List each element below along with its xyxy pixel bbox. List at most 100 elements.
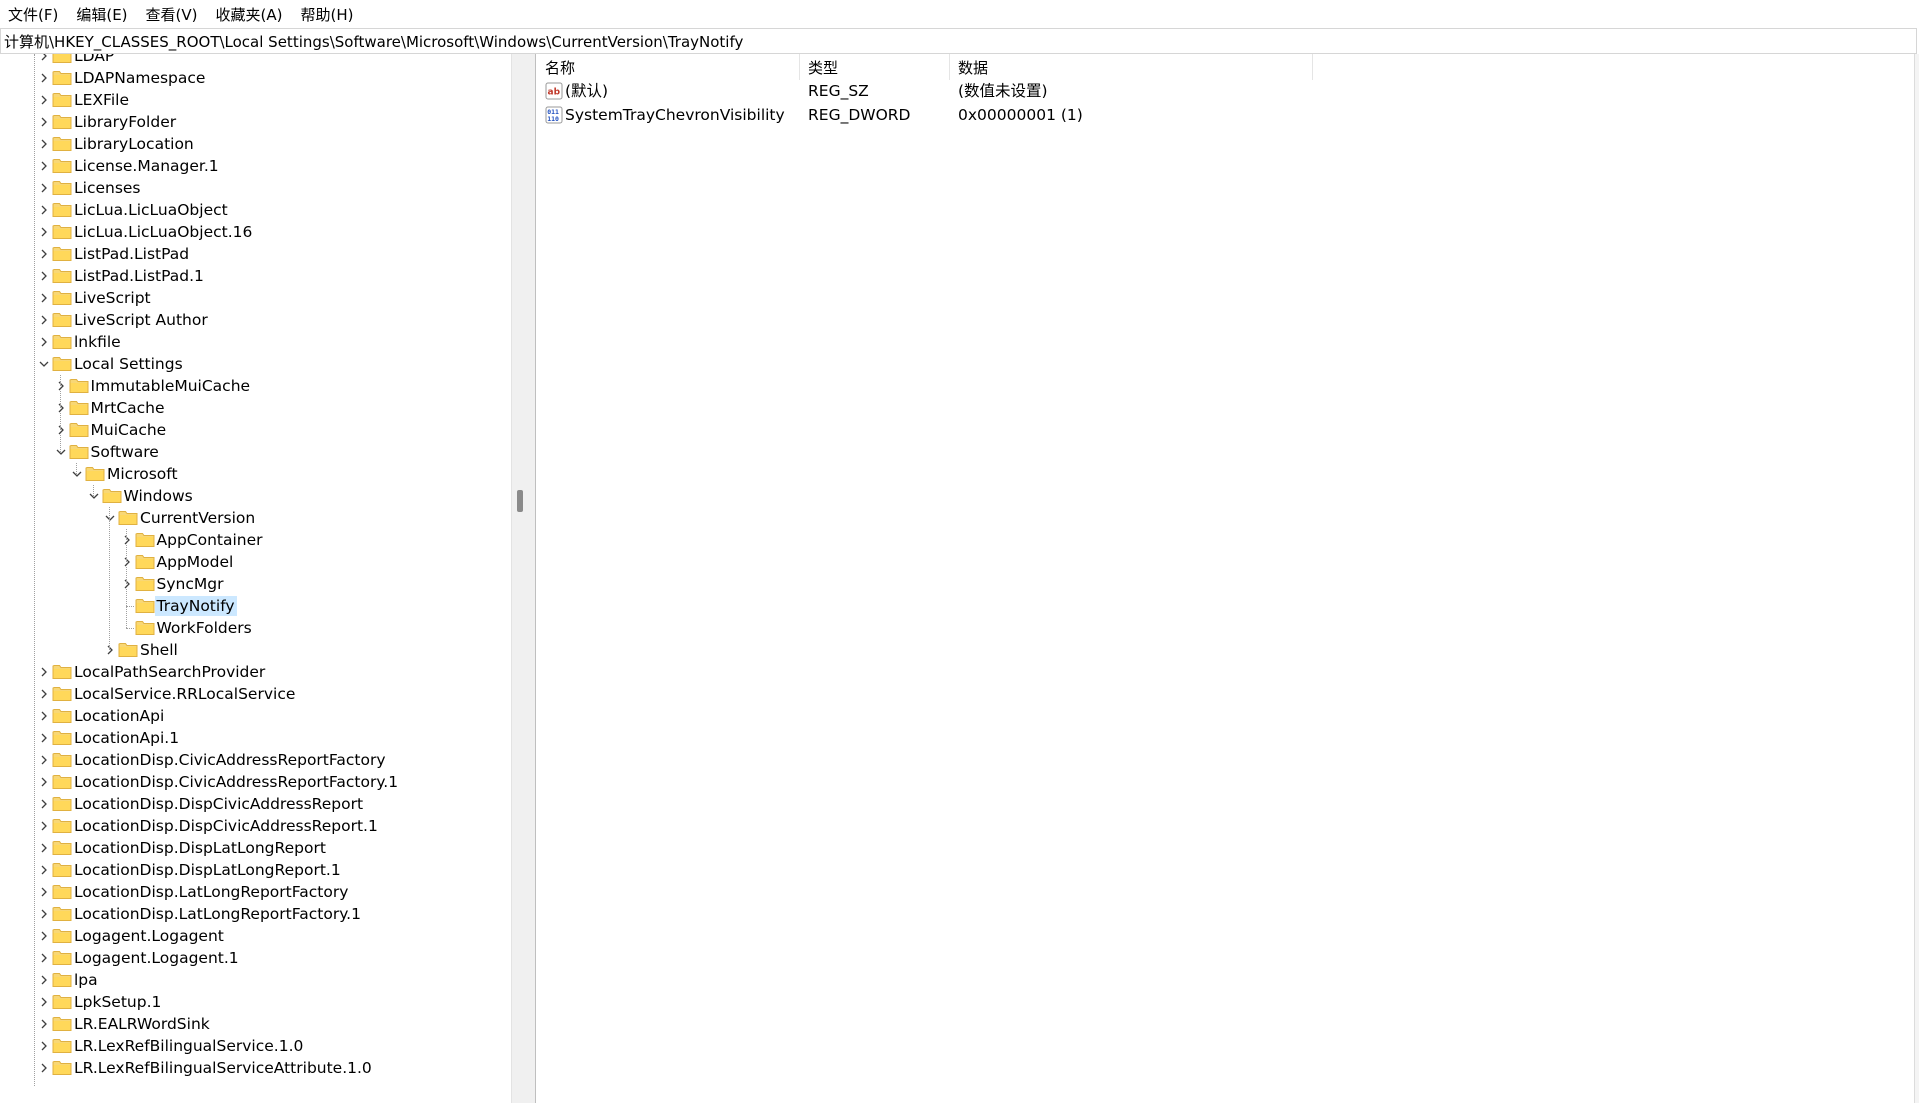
tree-node[interactable]: ListPad.ListPad.1 [0, 265, 511, 287]
chevron-right-icon[interactable] [37, 905, 51, 923]
menu-file[interactable]: 文件(F) [0, 0, 67, 28]
chevron-right-icon[interactable] [37, 817, 51, 835]
menu-favorites[interactable]: 收藏夹(A) [207, 0, 292, 28]
column-header-name[interactable]: 名称 [537, 54, 800, 80]
tree-node[interactable]: LibraryFolder [0, 111, 511, 133]
chevron-down-icon[interactable] [54, 443, 68, 461]
tree-node[interactable]: LicLua.LicLuaObject.16 [0, 221, 511, 243]
registry-key-tree[interactable]: LDAP LDAPNamespace LEXFile LibraryFolder Lib… [0, 54, 512, 1103]
chevron-right-icon[interactable] [37, 773, 51, 791]
registry-values-list[interactable]: 名称 类型 数据 ab (默认) REG_SZ (数值未设置) 011 110 System… [537, 54, 1915, 1103]
tree-node[interactable]: Licenses [0, 177, 511, 199]
tree-node[interactable]: LocalService.RRLocalService [0, 683, 511, 705]
chevron-right-icon[interactable] [37, 267, 51, 285]
chevron-right-icon[interactable] [37, 927, 51, 945]
menu-help[interactable]: 帮助(H) [291, 0, 362, 28]
chevron-right-icon[interactable] [54, 421, 68, 439]
tree-node[interactable]: MrtCache [0, 397, 511, 419]
tree-node[interactable]: MuiCache [0, 419, 511, 441]
value-row[interactable]: ab (默认) REG_SZ (数值未设置) [537, 79, 1915, 103]
tree-node[interactable]: LocationApi.1 [0, 727, 511, 749]
chevron-right-icon[interactable] [37, 861, 51, 879]
tree-node[interactable]: LocationDisp.CivicAddressReportFactory [0, 749, 511, 771]
menu-edit[interactable]: 编辑(E) [67, 0, 136, 28]
chevron-right-icon[interactable] [37, 949, 51, 967]
chevron-right-icon[interactable] [37, 751, 51, 769]
chevron-right-icon[interactable] [37, 113, 51, 131]
tree-node[interactable]: TrayNotify [0, 595, 511, 617]
tree-node[interactable]: Logagent.Logagent.1 [0, 947, 511, 969]
tree-node[interactable]: CurrentVersion [0, 507, 511, 529]
tree-node[interactable]: LEXFile [0, 89, 511, 111]
tree-node[interactable]: Shell [0, 639, 511, 661]
chevron-right-icon[interactable] [54, 399, 68, 417]
tree-node[interactable]: lpa [0, 969, 511, 991]
tree-node[interactable]: LicLua.LicLuaObject [0, 199, 511, 221]
tree-node[interactable]: LocalPathSearchProvider [0, 661, 511, 683]
chevron-right-icon[interactable] [37, 839, 51, 857]
chevron-right-icon[interactable] [37, 971, 51, 989]
tree-node[interactable]: Software [0, 441, 511, 463]
column-header-data[interactable]: 数据 [950, 54, 1313, 80]
chevron-right-icon[interactable] [37, 135, 51, 153]
tree-node[interactable]: LocationDisp.DispLatLongReport.1 [0, 859, 511, 881]
chevron-right-icon[interactable] [37, 795, 51, 813]
tree-node[interactable]: ImmutableMuiCache [0, 375, 511, 397]
address-bar[interactable]: 计算机\HKEY_CLASSES_ROOT\Local Settings\Sof… [0, 28, 1917, 54]
chevron-right-icon[interactable] [120, 531, 134, 549]
menu-view[interactable]: 查看(V) [137, 0, 207, 28]
chevron-right-icon[interactable] [37, 729, 51, 747]
tree-node[interactable]: LiveScript [0, 287, 511, 309]
tree-node[interactable]: LocationDisp.DispCivicAddressReport.1 [0, 815, 511, 837]
chevron-down-icon[interactable] [37, 355, 51, 373]
tree-node[interactable]: LibraryLocation [0, 133, 511, 155]
tree-node[interactable]: Local Settings [0, 353, 511, 375]
chevron-right-icon[interactable] [103, 641, 117, 659]
tree-node[interactable]: LDAP [0, 54, 511, 67]
tree-node[interactable]: LocationDisp.CivicAddressReportFactory.1 [0, 771, 511, 793]
tree-node[interactable]: License.Manager.1 [0, 155, 511, 177]
tree-node[interactable]: WorkFolders [0, 617, 511, 639]
pane-splitter[interactable] [512, 54, 536, 1103]
chevron-right-icon[interactable] [37, 1015, 51, 1033]
tree-node[interactable]: LocationDisp.LatLongReportFactory [0, 881, 511, 903]
splitter-grip[interactable] [517, 490, 523, 512]
tree-node[interactable]: LpkSetup.1 [0, 991, 511, 1013]
tree-node[interactable]: LiveScript Author [0, 309, 511, 331]
tree-node[interactable]: Logagent.Logagent [0, 925, 511, 947]
chevron-right-icon[interactable] [37, 685, 51, 703]
tree-node[interactable]: LocationDisp.DispCivicAddressReport [0, 793, 511, 815]
chevron-right-icon[interactable] [37, 179, 51, 197]
chevron-right-icon[interactable] [37, 201, 51, 219]
chevron-right-icon[interactable] [37, 993, 51, 1011]
tree-node[interactable]: SyncMgr [0, 573, 511, 595]
chevron-right-icon[interactable] [37, 333, 51, 351]
chevron-right-icon[interactable] [37, 157, 51, 175]
chevron-right-icon[interactable] [120, 553, 134, 571]
chevron-right-icon[interactable] [37, 1037, 51, 1055]
tree-node[interactable]: Windows [0, 485, 511, 507]
chevron-right-icon[interactable] [37, 54, 51, 65]
chevron-right-icon[interactable] [37, 289, 51, 307]
tree-node[interactable]: LocationApi [0, 705, 511, 727]
tree-node[interactable]: lnkfile [0, 331, 511, 353]
value-row[interactable]: 011 110 SystemTrayChevronVisibility REG_DWO… [537, 103, 1915, 127]
chevron-down-icon[interactable] [103, 509, 117, 527]
tree-node[interactable]: ListPad.ListPad [0, 243, 511, 265]
tree-node[interactable]: AppModel [0, 551, 511, 573]
chevron-right-icon[interactable] [37, 311, 51, 329]
chevron-right-icon[interactable] [37, 69, 51, 87]
tree-node[interactable]: AppContainer [0, 529, 511, 551]
tree-node[interactable]: LR.EALRWordSink [0, 1013, 511, 1035]
chevron-right-icon[interactable] [37, 707, 51, 725]
chevron-down-icon[interactable] [70, 465, 84, 483]
tree-node[interactable]: LocationDisp.DispLatLongReport [0, 837, 511, 859]
tree-node[interactable]: LocationDisp.LatLongReportFactory.1 [0, 903, 511, 925]
chevron-right-icon[interactable] [37, 1059, 51, 1077]
tree-node[interactable]: LR.LexRefBilingualServiceAttribute.1.0 [0, 1057, 511, 1079]
chevron-right-icon[interactable] [37, 91, 51, 109]
chevron-right-icon[interactable] [37, 883, 51, 901]
chevron-right-icon[interactable] [120, 575, 134, 593]
chevron-down-icon[interactable] [87, 487, 101, 505]
column-header-type[interactable]: 类型 [800, 54, 950, 80]
